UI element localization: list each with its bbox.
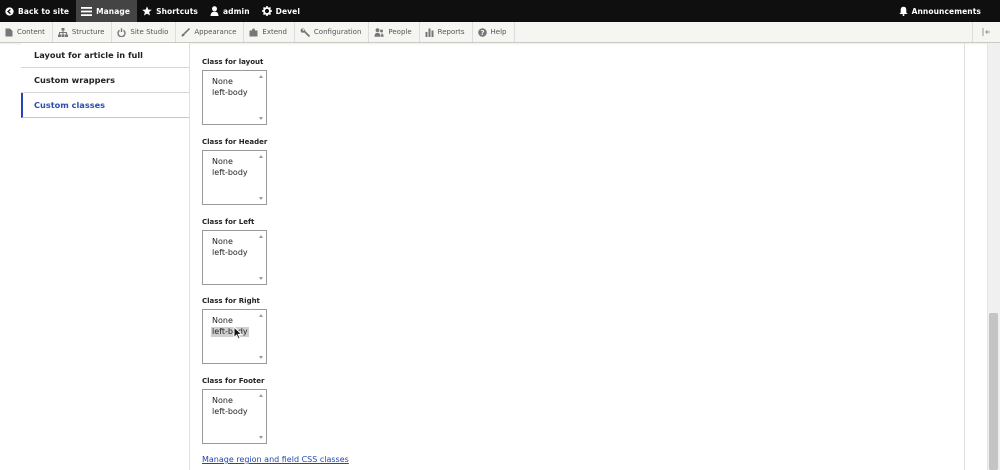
bell-icon bbox=[898, 6, 908, 16]
scroll-up-arrow-icon[interactable] bbox=[259, 75, 263, 78]
scroll-down-arrow-icon[interactable] bbox=[259, 197, 263, 200]
tray-item-label: Site Studio bbox=[130, 28, 169, 36]
vtab-layout-for-article[interactable]: Layout for article in full bbox=[21, 43, 190, 68]
class-for-left-select[interactable]: None left-body bbox=[202, 230, 267, 285]
document-icon bbox=[5, 28, 13, 36]
announcements-tab[interactable]: Announcements bbox=[894, 0, 1000, 22]
tray-item-label: Reports bbox=[437, 28, 465, 36]
brush-icon bbox=[181, 27, 191, 36]
admin-tray: Content Structure Site Studio Appearance… bbox=[0, 22, 1000, 43]
select-option[interactable]: None bbox=[212, 396, 233, 406]
manage-css-classes-link[interactable]: Manage region and field CSS classes bbox=[202, 455, 349, 464]
tray-item-label: Structure bbox=[71, 28, 105, 36]
puzzle-icon bbox=[249, 28, 258, 36]
scroll-down-arrow-icon[interactable] bbox=[259, 277, 263, 280]
tray-item-help[interactable]: ? Help bbox=[473, 22, 515, 42]
tray-item-label: People bbox=[388, 28, 412, 36]
field-class-for-left: Class for Left None left-body bbox=[202, 216, 267, 285]
devel-label: Devel bbox=[275, 6, 300, 16]
scroll-down-arrow-icon[interactable] bbox=[259, 356, 263, 359]
field-class-for-layout: Class for layout None left-body bbox=[202, 56, 267, 125]
field-class-for-header: Class for Header None left-body bbox=[202, 136, 267, 205]
admin-toolbar: Back to site Manage Shortcuts admin Deve… bbox=[0, 0, 1000, 22]
hamburger-icon bbox=[81, 6, 93, 16]
class-for-header-select[interactable]: None left-body bbox=[202, 150, 267, 205]
tray-item-label: Content bbox=[17, 28, 45, 36]
tray-item-configuration[interactable]: Configuration bbox=[295, 22, 370, 42]
tray-item-reports[interactable]: Reports bbox=[420, 22, 473, 42]
scroll-up-arrow-icon[interactable] bbox=[259, 155, 263, 158]
tray-item-label: Appearance bbox=[194, 28, 237, 36]
back-to-site-link[interactable]: Back to site bbox=[0, 0, 76, 22]
vertical-tabs: Layout for article in full Custom wrappe… bbox=[21, 43, 190, 118]
vtab-label: Layout for article in full bbox=[34, 50, 143, 60]
field-label: Class for layout bbox=[202, 58, 264, 66]
tray-item-content[interactable]: Content bbox=[0, 22, 53, 42]
tray-orientation-toggle[interactable] bbox=[972, 22, 1000, 42]
shortcuts-label: Shortcuts bbox=[156, 6, 198, 16]
select-option[interactable]: None bbox=[212, 77, 233, 87]
help-icon: ? bbox=[477, 27, 487, 37]
select-option[interactable]: left-body bbox=[212, 248, 248, 258]
class-for-footer-select[interactable]: None left-body bbox=[202, 389, 267, 444]
gear-icon bbox=[261, 6, 272, 16]
user-icon bbox=[210, 6, 219, 16]
announcements-label: Announcements bbox=[911, 6, 981, 16]
tray-item-label: Configuration bbox=[313, 28, 362, 36]
shortcuts-tab[interactable]: Shortcuts bbox=[137, 0, 205, 22]
select-option[interactable]: left-body bbox=[212, 168, 248, 178]
field-class-for-footer: Class for Footer None left-body bbox=[202, 375, 267, 444]
scroll-up-arrow-icon[interactable] bbox=[259, 394, 263, 397]
svg-text:?: ? bbox=[480, 29, 484, 37]
scroll-down-arrow-icon[interactable] bbox=[259, 436, 263, 439]
page-scrollbar-thumb[interactable] bbox=[989, 313, 998, 470]
back-arrow-icon bbox=[5, 6, 14, 16]
tray-item-site-studio[interactable]: Site Studio bbox=[112, 22, 177, 42]
bar-chart-icon bbox=[425, 28, 434, 37]
content-right-border bbox=[964, 43, 965, 470]
vertical-tabs-divider bbox=[189, 43, 190, 470]
back-to-site-label: Back to site bbox=[18, 6, 70, 16]
scroll-up-arrow-icon[interactable] bbox=[259, 314, 263, 317]
tray-item-label: Help bbox=[490, 28, 507, 36]
people-icon bbox=[374, 27, 385, 37]
devel-tab[interactable]: Devel bbox=[257, 0, 307, 22]
wrench-icon bbox=[300, 27, 310, 37]
user-tab[interactable]: admin bbox=[205, 0, 257, 22]
tray-item-extend[interactable]: Extend bbox=[244, 22, 295, 42]
select-option[interactable]: left-body bbox=[212, 88, 248, 98]
power-icon bbox=[117, 27, 127, 37]
select-option[interactable]: None bbox=[212, 157, 233, 167]
field-label: Class for Footer bbox=[202, 377, 265, 385]
field-label: Class for Right bbox=[202, 297, 260, 305]
select-option[interactable]: None bbox=[212, 237, 233, 247]
field-label: Class for Left bbox=[202, 218, 255, 226]
scroll-down-arrow-icon[interactable] bbox=[259, 117, 263, 120]
collapse-icon bbox=[982, 28, 990, 36]
mouse-cursor-icon bbox=[233, 326, 243, 340]
tray-item-people[interactable]: People bbox=[369, 22, 420, 42]
vtab-label: Custom wrappers bbox=[34, 75, 115, 85]
tray-item-structure[interactable]: Structure bbox=[53, 22, 113, 42]
field-label: Class for Header bbox=[202, 138, 268, 146]
vtab-label: Custom classes bbox=[34, 100, 105, 110]
tray-item-label: Extend bbox=[262, 28, 287, 36]
scroll-up-arrow-icon[interactable] bbox=[259, 235, 263, 238]
sitemap-icon bbox=[57, 27, 68, 37]
manage-label: Manage bbox=[96, 6, 131, 16]
select-option[interactable]: left-body bbox=[212, 407, 248, 417]
class-for-layout-select[interactable]: None left-body bbox=[202, 70, 267, 125]
star-icon bbox=[142, 6, 152, 16]
user-label: admin bbox=[222, 6, 250, 16]
manage-tab[interactable]: Manage bbox=[76, 0, 138, 22]
vtab-custom-classes[interactable]: Custom classes bbox=[21, 93, 190, 118]
select-option[interactable]: None bbox=[212, 316, 233, 326]
vtab-custom-wrappers[interactable]: Custom wrappers bbox=[21, 68, 190, 93]
tray-item-appearance[interactable]: Appearance bbox=[176, 22, 245, 42]
